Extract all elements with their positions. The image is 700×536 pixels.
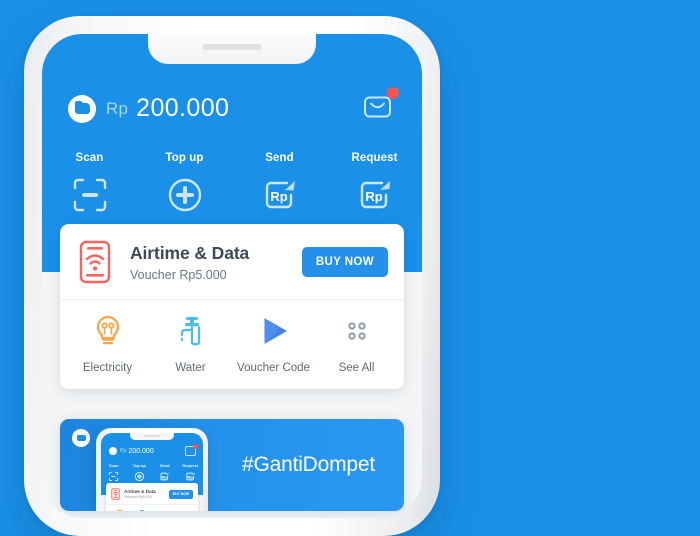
mini-action-scan: Scan	[101, 463, 127, 482]
plus-circle-icon	[168, 178, 201, 212]
qr-scan-icon	[109, 471, 119, 482]
tile-see-all[interactable]: See All	[315, 314, 398, 374]
request-rp-arrow-down-icon: Rp	[186, 472, 195, 481]
mini-tiles-row	[106, 505, 198, 511]
action-send-label: Send	[265, 152, 294, 164]
buy-now-button[interactable]: BUY NOW	[301, 247, 388, 277]
action-scan[interactable]: Scan	[42, 152, 137, 215]
quick-actions-row: Scan Top up Send Rp Request Rp	[42, 152, 422, 215]
app-stage: Rp 200.000 Scan Top up Send Rp Request R…	[0, 0, 700, 536]
mini-phone-preview: Rp 200.000 Scan Top up Send Rp Request R…	[96, 428, 208, 511]
mini-promo-row: Airtime & Data Voucher Rp5.000 BUY NOW	[106, 483, 198, 505]
water-tap-icon	[180, 317, 200, 346]
mini-tile-see-all	[174, 509, 196, 511]
send-rp-arrow-up-icon: Rp	[265, 181, 295, 209]
mini-action-request-label: Request	[182, 463, 199, 468]
tile-electricity-label: Electricity	[82, 362, 133, 374]
mini-actions-row: Scan Top up Send Rp Request Rp	[101, 463, 203, 482]
tile-water[interactable]: Water	[149, 314, 232, 374]
grid-dots-icon	[347, 322, 366, 340]
mini-promo-title: Airtime & Data	[124, 489, 156, 494]
phone-wifi-icon	[79, 240, 111, 284]
action-request[interactable]: Request Rp	[327, 152, 422, 215]
mini-action-send-label: Send	[159, 463, 170, 468]
wallet-logo-icon	[109, 447, 117, 455]
mini-currency-label: Rp	[120, 448, 127, 454]
lightbulb-icon	[96, 315, 119, 345]
mini-balance-amount: 200.000	[128, 447, 154, 455]
phone-device-frame: Rp 200.000 Scan Top up Send Rp Request R…	[24, 16, 440, 536]
balance-row: Rp 200.000	[68, 94, 229, 123]
mini-promo-texts: Airtime & Data Voucher Rp5.000	[124, 489, 169, 499]
mini-phone-screen: Rp 200.000 Scan Top up Send Rp Request R…	[101, 433, 203, 511]
phone-notch	[148, 34, 316, 64]
tile-water-label: Water	[175, 362, 206, 374]
mini-service-card: Airtime & Data Voucher Rp5.000 BUY NOW	[106, 483, 198, 511]
play-triangle-icon	[264, 318, 287, 344]
mini-action-top-up-label: Top up	[132, 463, 146, 468]
svg-text:Rp: Rp	[187, 475, 193, 479]
svg-text:Rp: Rp	[162, 475, 168, 479]
currency-label: Rp	[106, 98, 129, 118]
svg-text:Rp: Rp	[365, 189, 382, 204]
action-request-label: Request	[351, 152, 398, 164]
service-tiles-row: Electricity Water Voucher Code See All	[60, 300, 404, 389]
promo-title: Airtime & Data	[130, 242, 250, 263]
mail-button[interactable]	[362, 87, 399, 124]
banner-hashtag: #GantiDompet	[242, 453, 376, 476]
grid-dots-icon	[180, 509, 191, 511]
request-rp-arrow-down-icon: Rp	[360, 181, 390, 209]
wallet-logo-icon	[68, 94, 96, 123]
mini-buy-now-button: BUY NOW	[168, 489, 193, 499]
play-triangle-icon	[160, 510, 161, 511]
notification-dot-icon	[387, 87, 399, 99]
mini-action-request: Request Rp	[178, 463, 204, 482]
mail-envelope-icon	[185, 444, 198, 456]
promo-texts: Airtime & Data Voucher Rp5.000	[130, 243, 302, 282]
mini-action-send: Send Rp	[152, 463, 178, 482]
promo-subtitle: Voucher Rp5.000	[130, 267, 227, 282]
mini-notch	[130, 433, 174, 440]
promo-row[interactable]: Airtime & Data Voucher Rp5.000 BUY NOW	[60, 224, 404, 300]
tile-see-all-label: See All	[338, 362, 375, 374]
qr-scan-icon	[73, 178, 106, 212]
water-tap-icon	[139, 509, 144, 511]
tile-voucher-code[interactable]: Voucher Code	[232, 314, 315, 374]
action-send[interactable]: Send Rp	[232, 152, 327, 215]
wallet-logo-icon	[72, 429, 90, 447]
balance-amount: 200.000	[136, 94, 230, 122]
action-top-up-label: Top up	[165, 152, 204, 164]
mini-promo-subtitle: Voucher Rp5.000	[124, 495, 152, 499]
tile-electricity[interactable]: Electricity	[66, 314, 149, 374]
mini-action-top-up: Top up	[127, 463, 153, 482]
action-scan-label: Scan	[75, 152, 104, 164]
campaign-banner[interactable]: Rp 200.000 Scan Top up Send Rp Request R…	[60, 419, 404, 511]
plus-circle-icon	[134, 471, 144, 482]
service-card: Airtime & Data Voucher Rp5.000 BUY NOW E…	[60, 224, 404, 389]
tile-voucher-code-label: Voucher Code	[237, 362, 310, 374]
send-rp-arrow-up-icon: Rp	[160, 472, 169, 481]
phone-wifi-icon	[111, 488, 120, 500]
mini-tile-electricity	[108, 509, 130, 511]
mini-tile-water	[130, 509, 152, 511]
svg-text:Rp: Rp	[270, 189, 287, 204]
phone-screen: Rp 200.000 Scan Top up Send Rp Request R…	[42, 34, 422, 518]
mini-tile-voucher-code	[152, 509, 174, 511]
mini-balance-row: Rp 200.000	[109, 447, 154, 455]
notch-speaker-icon	[202, 44, 262, 50]
mini-action-scan-label: Scan	[108, 463, 119, 468]
lightbulb-icon	[116, 509, 122, 511]
action-top-up[interactable]: Top up	[137, 152, 232, 215]
